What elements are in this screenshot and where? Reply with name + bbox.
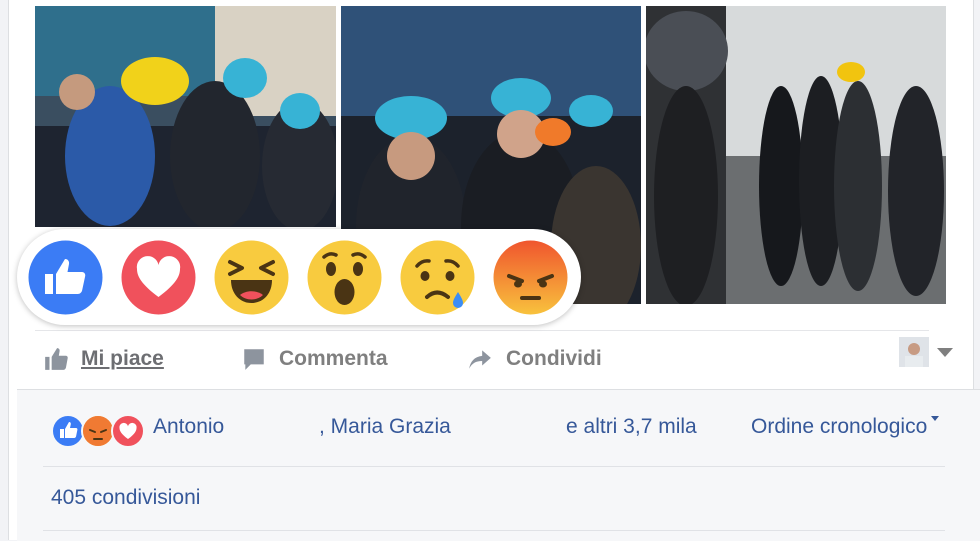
- comment-order-dropdown[interactable]: Ordine cronologico: [751, 415, 940, 439]
- reaction-like[interactable]: [28, 240, 103, 315]
- divider: [43, 530, 945, 531]
- like-icon: [51, 414, 85, 448]
- comment-label: Commenta: [279, 347, 388, 370]
- reactors-others[interactable]: e altri 3,7 mila: [566, 415, 697, 439]
- share-label: Condividi: [506, 347, 602, 370]
- reaction-haha[interactable]: [214, 240, 289, 315]
- angry-icon: [81, 414, 115, 448]
- comment-icon: [244, 349, 264, 370]
- love-icon: [111, 414, 145, 448]
- thumbs-up-icon: [45, 348, 68, 370]
- like-button[interactable]: Mi piace: [43, 343, 164, 375]
- chevron-down-icon: [937, 347, 953, 357]
- post-as-selector[interactable]: [899, 337, 953, 367]
- reaction-summary: Antonio , Maria Grazia e altri 3,7 mila …: [51, 412, 961, 448]
- feedback-section: Antonio , Maria Grazia e altri 3,7 mila …: [17, 389, 980, 541]
- reaction-love[interactable]: [121, 240, 196, 315]
- actions-top-divider: [35, 330, 929, 331]
- divider: [43, 466, 945, 467]
- shares-count[interactable]: 405 condivisioni: [51, 486, 200, 510]
- post-card: Mi piace Commenta Condividi Antonio , Ma…: [8, 0, 980, 541]
- surprised-face-icon: [307, 240, 382, 315]
- reactor-name-1[interactable]: Antonio: [153, 415, 224, 439]
- thumbs-up-icon: [28, 240, 103, 315]
- reactor-name-2[interactable]: , Maria Grazia: [319, 415, 451, 439]
- reaction-wow[interactable]: [307, 240, 382, 315]
- reaction-summary-icons[interactable]: [51, 412, 147, 448]
- avatar: [899, 337, 929, 367]
- share-arrow-icon: [469, 350, 491, 369]
- post-photo-3[interactable]: [646, 6, 946, 304]
- laughing-face-icon: [214, 240, 289, 315]
- crying-face-icon: [400, 240, 475, 315]
- like-label: Mi piace: [81, 347, 164, 370]
- chevron-down-icon: [931, 416, 940, 421]
- reactions-picker: [17, 229, 581, 325]
- reaction-sad[interactable]: [400, 240, 475, 315]
- comment-button[interactable]: Commenta: [241, 343, 388, 375]
- post-photo-1[interactable]: [35, 6, 336, 227]
- share-button[interactable]: Condividi: [466, 343, 602, 375]
- comment-order-label: Ordine cronologico: [751, 415, 928, 438]
- reaction-angry[interactable]: [493, 240, 568, 315]
- angry-face-icon: [493, 240, 568, 315]
- heart-icon: [121, 240, 196, 315]
